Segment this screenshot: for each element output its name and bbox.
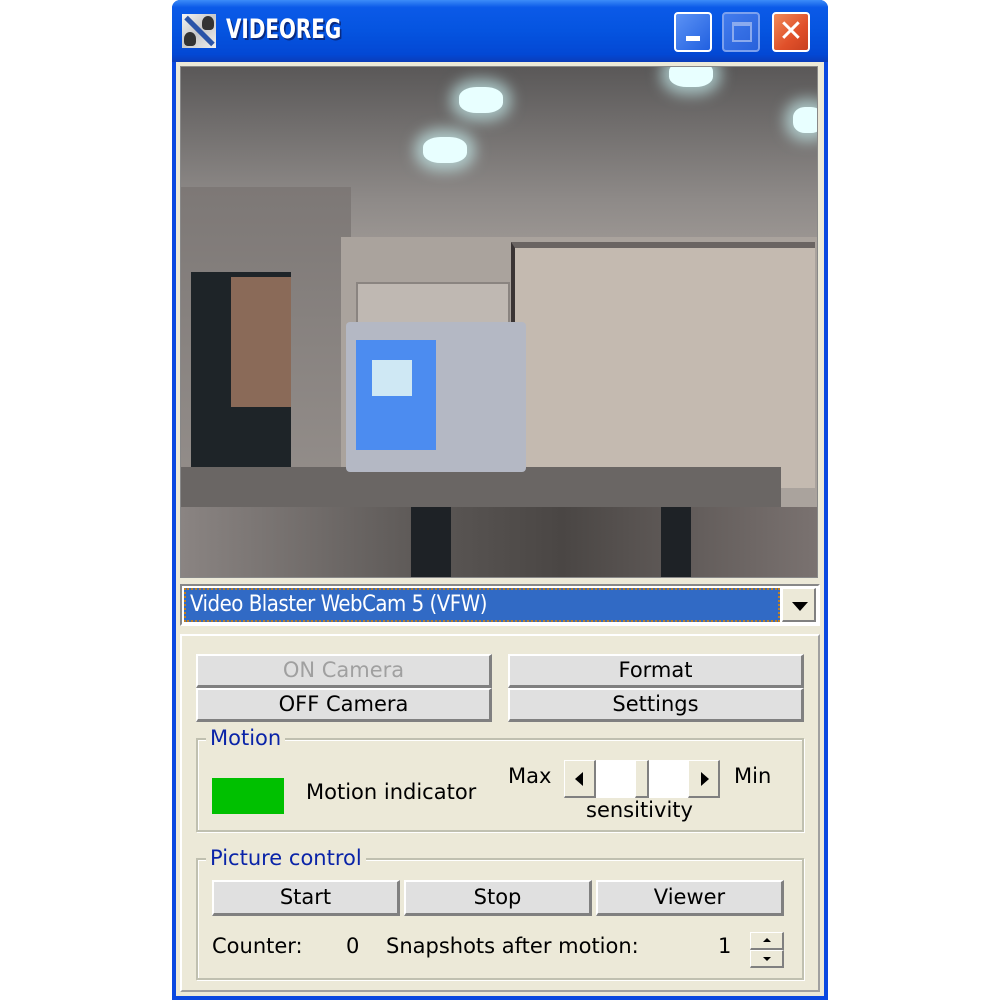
arrow-left-icon — [575, 772, 583, 786]
viewer-button[interactable]: Viewer — [596, 880, 784, 916]
window-title: VIDEOREG — [226, 14, 342, 45]
video-floor — [181, 507, 817, 577]
picture-control-group-label: Picture control — [206, 845, 366, 871]
spin-down-button[interactable] — [750, 950, 784, 968]
start-button[interactable]: Start — [212, 880, 400, 916]
slider-right-button[interactable] — [688, 760, 720, 798]
arrow-down-icon — [763, 957, 771, 961]
sensitivity-slider[interactable] — [564, 760, 720, 798]
close-button[interactable]: ✕ — [772, 12, 810, 52]
counter-value: 0 — [346, 934, 360, 958]
chevron-down-icon — [792, 602, 808, 611]
snapshots-spinner[interactable] — [750, 932, 784, 968]
on-camera-button[interactable]: ON Camera — [196, 654, 492, 688]
minimize-icon — [686, 36, 700, 41]
stop-button[interactable]: Stop — [404, 880, 592, 916]
video-monitor-screen — [356, 340, 436, 450]
device-select-dropdown-button[interactable] — [782, 588, 816, 622]
slider-left-button[interactable] — [564, 760, 596, 798]
video-ceiling-light — [669, 67, 713, 87]
picture-control-group: Picture control Start Stop Viewer Counte… — [196, 845, 804, 980]
motion-indicator-light — [212, 778, 284, 814]
snapshots-label: Snapshots after motion: — [386, 934, 639, 958]
video-monitor — [346, 322, 526, 472]
video-cabinet-side — [231, 277, 291, 407]
arrow-right-icon — [701, 772, 709, 786]
video-ceiling-light — [423, 137, 467, 163]
device-select[interactable]: Video Blaster WebCam 5 (VFW) — [180, 584, 820, 626]
counter-label: Counter: — [212, 934, 303, 958]
video-desk — [181, 467, 781, 507]
app-icon-face-bottom — [184, 32, 196, 46]
motion-indicator-label: Motion indicator — [306, 780, 477, 804]
sensitivity-min-label: Min — [734, 764, 772, 788]
format-button[interactable]: Format — [508, 654, 804, 688]
app-icon-face-top — [202, 16, 214, 30]
video-projector-screen — [511, 242, 815, 488]
title-bar[interactable]: VIDEOREG ✕ — [172, 0, 828, 62]
close-icon: ✕ — [778, 14, 804, 49]
video-ceiling-light — [459, 87, 503, 113]
arrow-up-icon — [763, 938, 771, 942]
video-desk-leg — [411, 507, 451, 577]
spin-up-button[interactable] — [750, 932, 784, 950]
minimize-button[interactable] — [674, 12, 712, 52]
device-select-text: Video Blaster WebCam 5 (VFW) — [190, 592, 487, 617]
motion-group: Motion Motion indicator Max Min sensitiv… — [196, 725, 804, 832]
sensitivity-label: sensitivity — [586, 798, 693, 822]
slider-thumb[interactable] — [635, 760, 649, 798]
video-ceiling-light — [793, 107, 817, 133]
video-monitor-window — [372, 360, 412, 396]
settings-button[interactable]: Settings — [508, 688, 804, 722]
maximize-button — [722, 12, 760, 52]
off-camera-button[interactable]: OFF Camera — [196, 688, 492, 722]
device-select-value[interactable]: Video Blaster WebCam 5 (VFW) — [184, 588, 780, 622]
maximize-icon — [732, 22, 752, 42]
app-icon[interactable] — [182, 14, 216, 48]
snapshots-value: 1 — [718, 934, 732, 958]
app-window: VIDEOREG ✕ Video Blaster WebCam 5 (VFW) … — [172, 0, 828, 1000]
motion-group-label: Motion — [206, 725, 286, 751]
video-desk-leg — [661, 507, 691, 577]
controls-panel: ON Camera OFF Camera Format Settings Mot… — [180, 634, 820, 992]
sensitivity-max-label: Max — [508, 764, 552, 788]
video-preview — [180, 66, 818, 578]
client-area: Video Blaster WebCam 5 (VFW) ON Camera O… — [176, 62, 824, 996]
